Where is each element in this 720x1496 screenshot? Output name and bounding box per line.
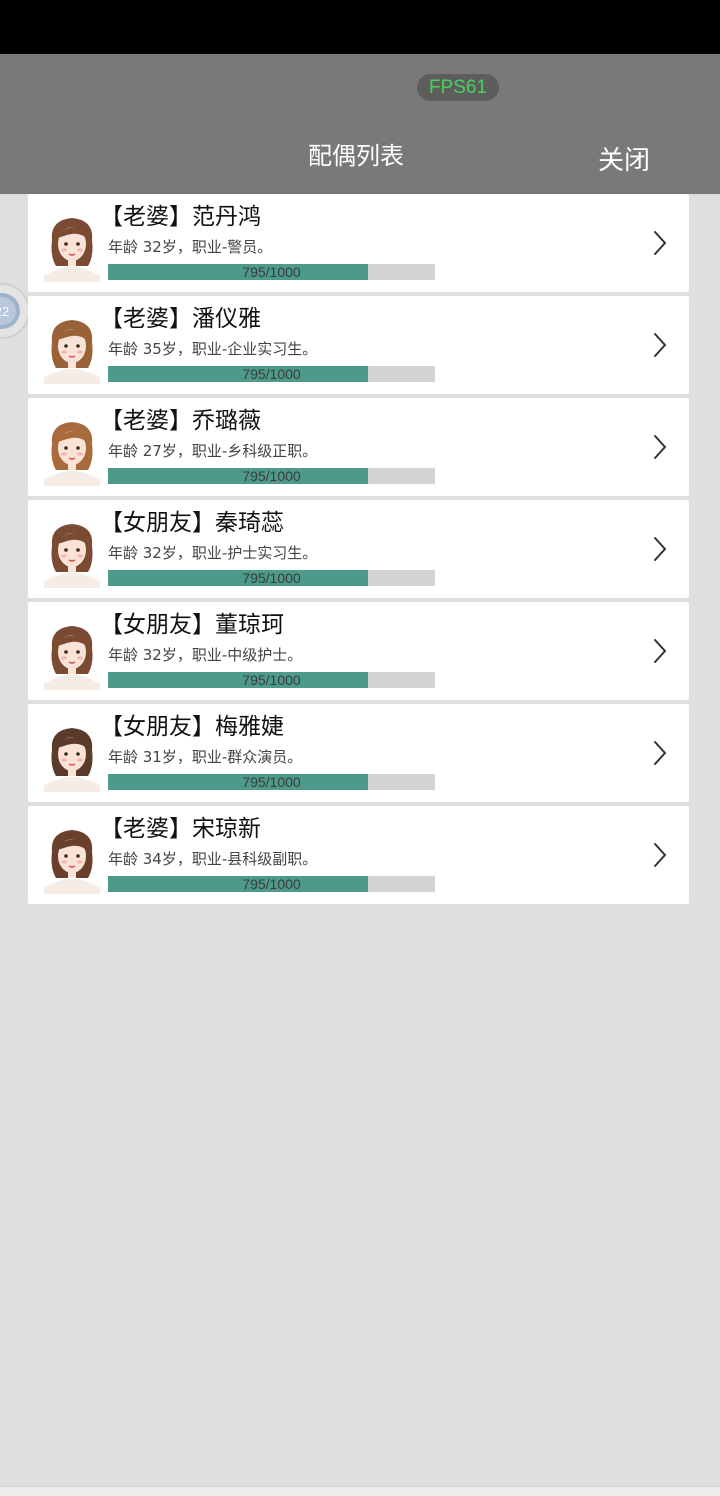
chevron-right-icon[interactable]: [650, 432, 670, 462]
spouse-row[interactable]: 【女朋友】董琼珂 年龄 32岁，职业-中级护士。 795/1000: [28, 602, 689, 700]
fps-badge: FPS61: [417, 74, 499, 101]
intimacy-progress-bar: 795/1000: [108, 876, 435, 892]
chevron-right-icon[interactable]: [650, 330, 670, 360]
intimacy-progress-text: 795/1000: [242, 876, 301, 892]
spouse-name: 【老婆】宋琼新: [100, 816, 261, 842]
spouse-description: 年龄 31岁，职业-群众演员。: [108, 748, 303, 766]
spouse-row[interactable]: 【老婆】范丹鸿 年龄 32岁，职业-警员。 795/1000: [28, 194, 689, 292]
spouse-list: 【老婆】范丹鸿 年龄 32岁，职业-警员。 795/1000 【老婆】潘仪雅 年…: [28, 194, 689, 908]
intimacy-progress-bar: 795/1000: [108, 774, 435, 790]
spouse-description: 年龄 27岁，职业-乡科级正职。: [108, 442, 318, 460]
spouse-name: 【女朋友】董琼珂: [100, 612, 284, 638]
chevron-right-icon[interactable]: [650, 534, 670, 564]
spouse-name: 【老婆】范丹鸿: [100, 204, 261, 230]
spouse-description: 年龄 32岁，职业-警员。: [108, 238, 273, 256]
woman-avatar-icon: [34, 614, 110, 690]
spouse-name: 【老婆】潘仪雅: [100, 306, 261, 332]
intimacy-progress-text: 795/1000: [242, 264, 301, 280]
header: FPS61 配偶列表 关闭: [0, 54, 720, 194]
intimacy-progress-text: 795/1000: [242, 366, 301, 382]
spouse-row[interactable]: 【女朋友】秦琦蕊 年龄 32岁，职业-护士实习生。 795/1000: [28, 500, 689, 598]
chevron-right-icon[interactable]: [650, 840, 670, 870]
chevron-right-icon[interactable]: [650, 636, 670, 666]
spouse-row[interactable]: 【女朋友】梅雅婕 年龄 31岁，职业-群众演员。 795/1000: [28, 704, 689, 802]
woman-avatar-icon: [34, 410, 110, 486]
woman-avatar-icon: [34, 512, 110, 588]
intimacy-progress-text: 795/1000: [242, 570, 301, 586]
intimacy-progress-bar: 795/1000: [108, 570, 435, 586]
chevron-right-icon[interactable]: [650, 228, 670, 258]
spouse-row[interactable]: 【老婆】潘仪雅 年龄 35岁，职业-企业实习生。 795/1000: [28, 296, 689, 394]
spouse-name: 【女朋友】梅雅婕: [100, 714, 284, 740]
woman-avatar-icon: [34, 308, 110, 384]
spouse-description: 年龄 35岁，职业-企业实习生。: [108, 340, 318, 358]
spouse-description: 年龄 34岁，职业-县科级副职。: [108, 850, 318, 868]
floating-assistive-ball[interactable]: 22: [0, 281, 30, 341]
spouse-row[interactable]: 【老婆】宋琼新 年龄 34岁，职业-县科级副职。 795/1000: [28, 806, 689, 904]
bottom-edge: [0, 1486, 720, 1496]
woman-avatar-icon: [34, 716, 110, 792]
intimacy-progress-bar: 795/1000: [108, 468, 435, 484]
woman-avatar-icon: [34, 818, 110, 894]
intimacy-progress-bar: 795/1000: [108, 264, 435, 280]
woman-avatar-icon: [34, 206, 110, 282]
spouse-name: 【老婆】乔璐薇: [100, 408, 261, 434]
spouse-description: 年龄 32岁，职业-护士实习生。: [108, 544, 318, 562]
spouse-description: 年龄 32岁，职业-中级护士。: [108, 646, 303, 664]
float-ball-text: 22: [0, 304, 9, 319]
intimacy-progress-text: 795/1000: [242, 774, 301, 790]
spouse-row[interactable]: 【老婆】乔璐薇 年龄 27岁，职业-乡科级正职。 795/1000: [28, 398, 689, 496]
status-bar: [0, 0, 720, 54]
intimacy-progress-bar: 795/1000: [108, 366, 435, 382]
close-button[interactable]: 关闭: [584, 144, 664, 180]
intimacy-progress-text: 795/1000: [242, 468, 301, 484]
chevron-right-icon[interactable]: [650, 738, 670, 768]
intimacy-progress-bar: 795/1000: [108, 672, 435, 688]
spouse-name: 【女朋友】秦琦蕊: [100, 510, 284, 536]
intimacy-progress-text: 795/1000: [242, 672, 301, 688]
